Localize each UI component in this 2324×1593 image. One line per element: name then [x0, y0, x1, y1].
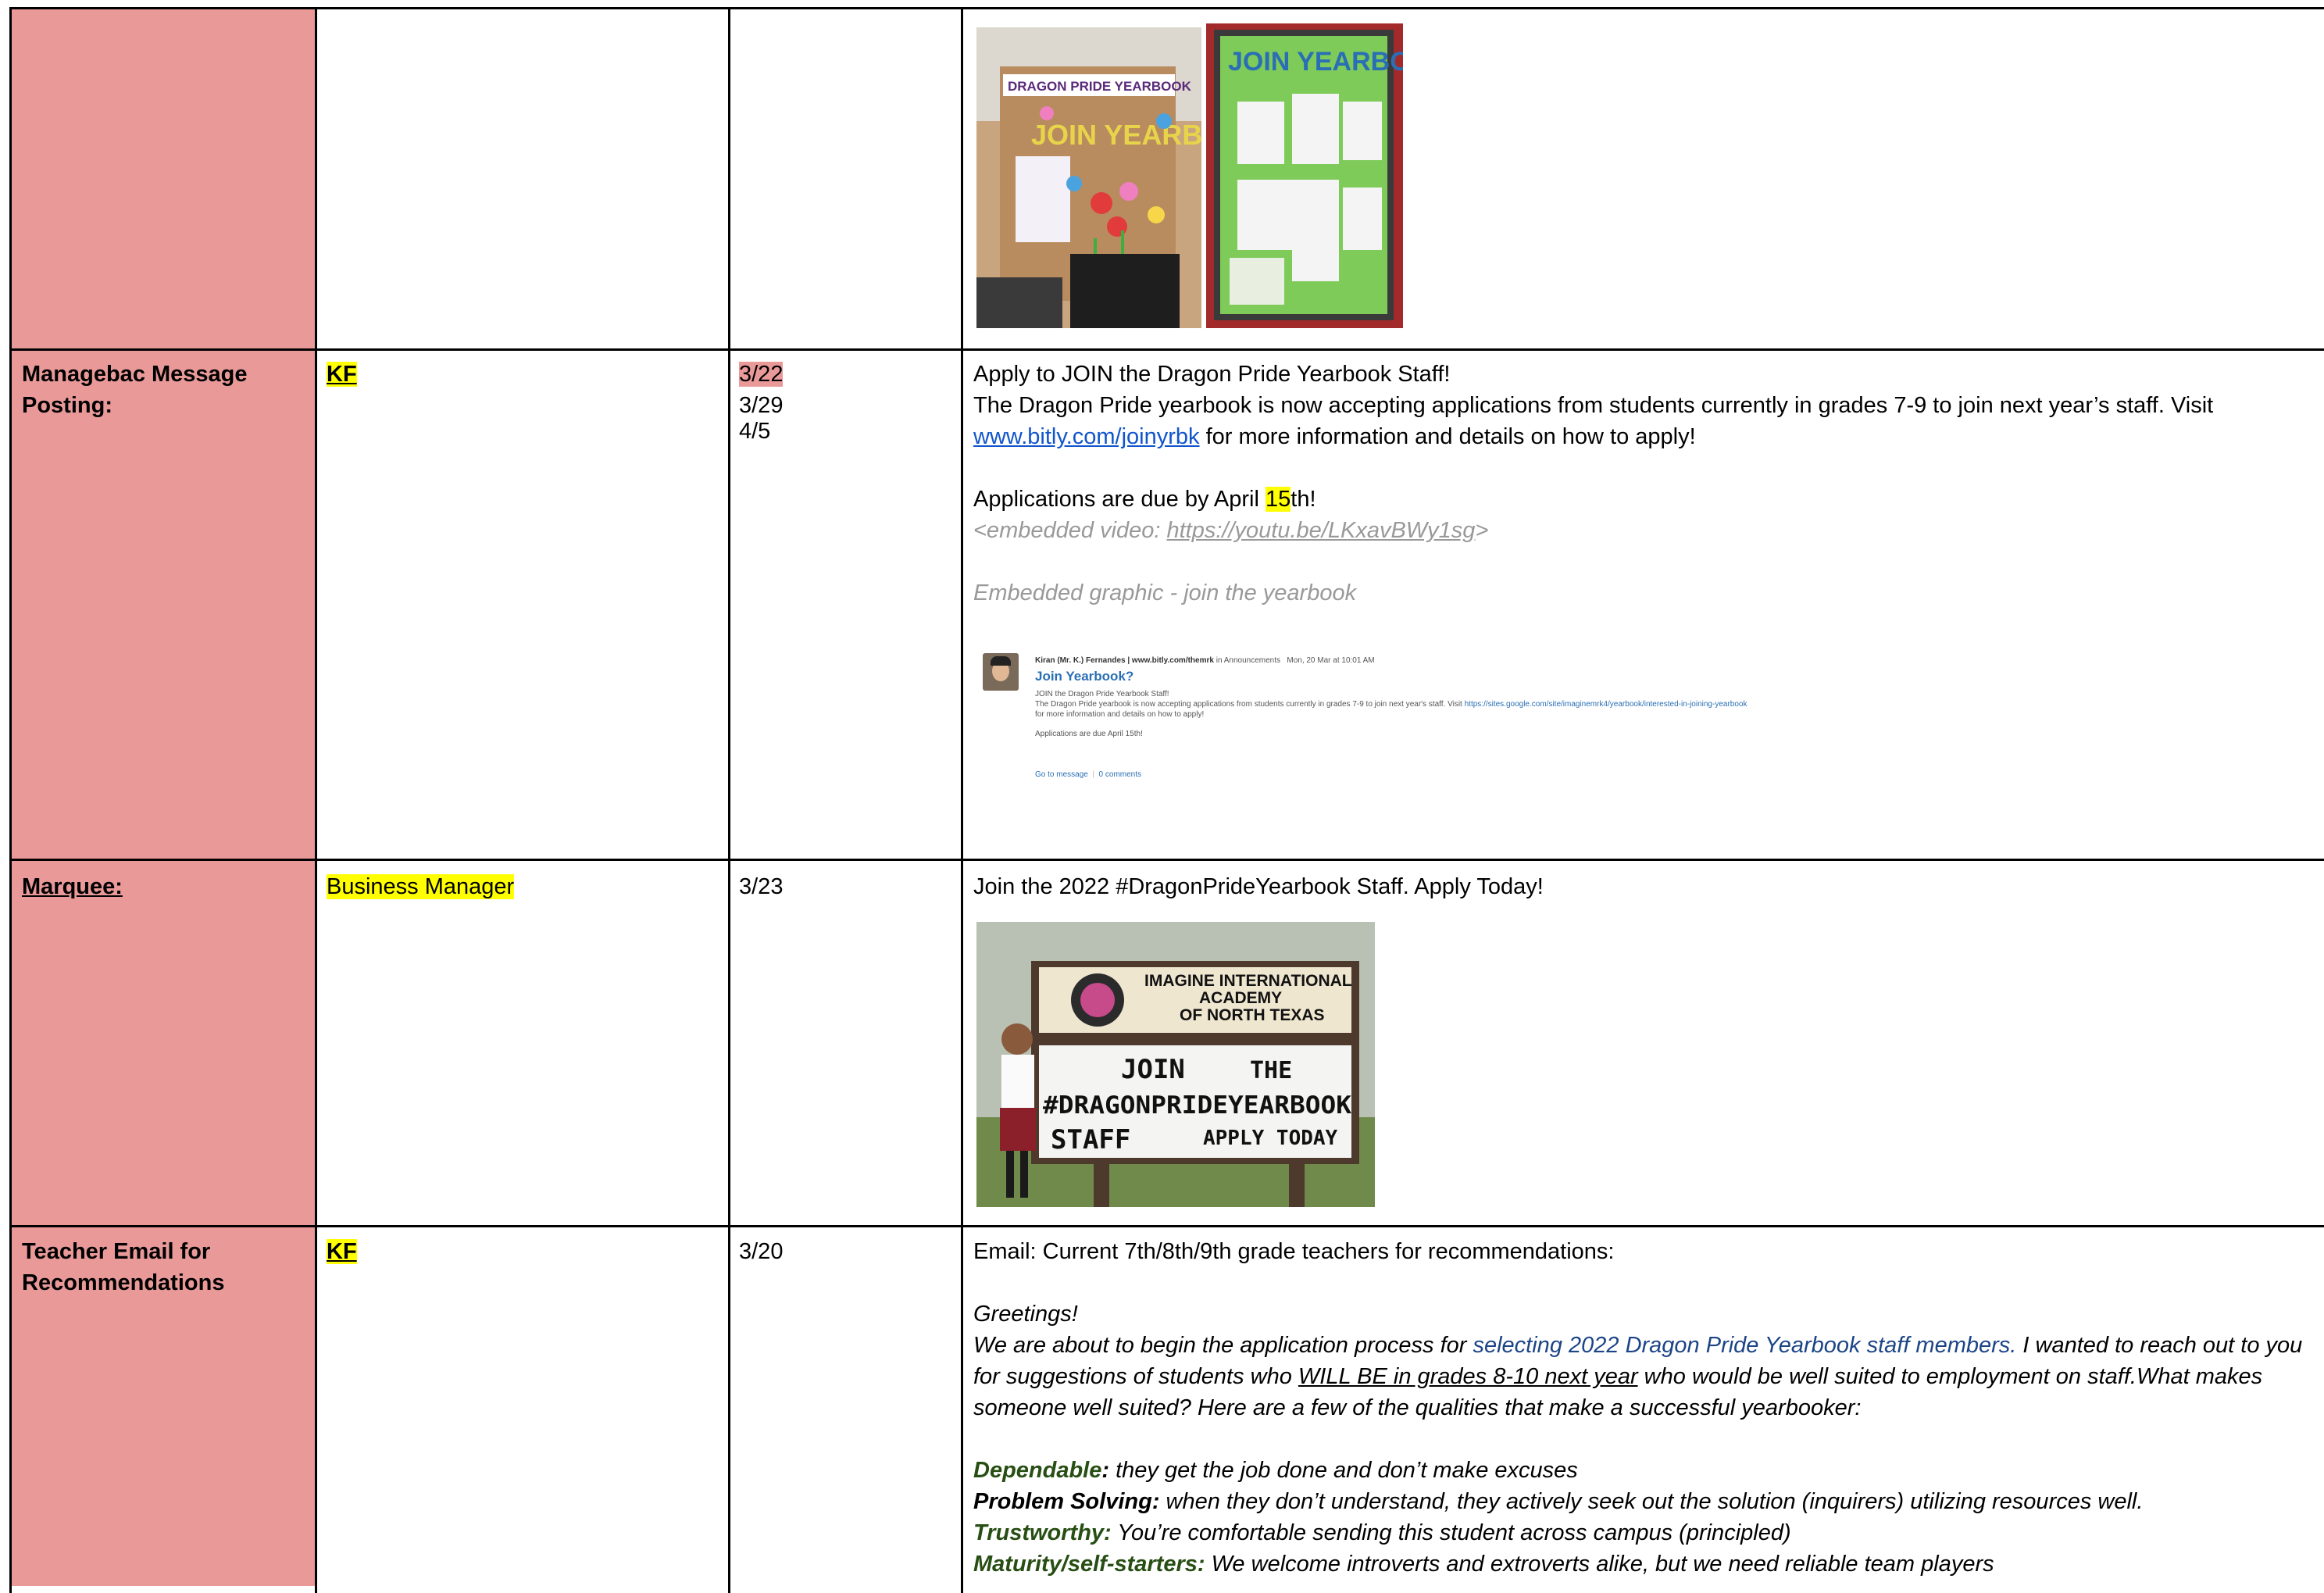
message-body: The Dragon Pride yearbook is now accepti…: [973, 393, 2214, 418]
row-title-teacher-email: Teacher Email for: [22, 1239, 211, 1264]
post-date: 3/23: [739, 874, 784, 899]
post-date: 3/22: [739, 362, 784, 387]
comments-link[interactable]: 0 comments: [1099, 770, 1141, 779]
email-text-highlight: selecting 2022 Dragon Pride Yearbook sta…: [1473, 1333, 2017, 1358]
sign-word-the: THE: [1250, 1057, 1292, 1084]
message-heading: Apply to JOIN the Dragon Pride Yearbook …: [973, 362, 1451, 387]
announcement-screenshot: Kiran (Mr. K.) Fernandes | www.bitly.com…: [980, 648, 1996, 789]
announcement-line: Applications are due April 15th!: [1035, 730, 1143, 738]
row-title-teacher-email-2: Recommendations: [22, 1270, 225, 1295]
email-heading: Email: Current 7th/8th/9th grade teacher…: [973, 1239, 1615, 1264]
person-role: Business Manager: [327, 874, 515, 899]
quality-text: You’re comfortable sending this student …: [1111, 1520, 1791, 1545]
sign-school-name: IMAGINE INTERNATIONAL: [1144, 972, 1352, 990]
avatar: [983, 653, 1019, 691]
quality-keyword: Problem Solving:: [973, 1489, 1160, 1514]
table-border: [9, 348, 2324, 351]
due-day: 15: [1266, 487, 1291, 512]
photo-letters-text: JOIN YEARBOOK: [1031, 119, 1201, 151]
quality-text: they get the job done and don’t make exc…: [1109, 1458, 1578, 1483]
row-header-cell: [12, 9, 315, 348]
email-text: I wanted to reach out to you: [2016, 1333, 2303, 1358]
quality-colon: :: [1101, 1458, 1110, 1483]
bulletin-board-photo: DRAGON PRIDE YEARBOOK JOIN YEARBOOK: [976, 27, 1201, 328]
email-text: for suggestions of students who: [973, 1364, 1298, 1389]
table-border: [315, 7, 317, 1593]
board-title-text: JOIN YEARBOOK: [1228, 47, 1403, 77]
row-title-managebac: Managebac Message: [22, 362, 248, 387]
announcement-line: for more information and details on how …: [1035, 710, 1205, 719]
announcement-line: JOIN the Dragon Pride Yearbook Staff!: [1035, 690, 1169, 698]
video-prefix: <embedded video:: [973, 518, 1167, 543]
sign-school-academy: ACADEMY: [1199, 989, 1282, 1007]
announcement-line: The Dragon Pride yearbook is now accepti…: [1035, 700, 1462, 709]
document-page: DRAGON PRIDE YEARBOOK JOIN YEARBOOK JOIN…: [0, 0, 2324, 1593]
message-body-cont: for more information and details on how …: [1199, 424, 1696, 449]
go-to-message-link[interactable]: Go to message: [1035, 770, 1088, 779]
post-date: 4/5: [739, 419, 771, 444]
announcement-title[interactable]: Join Yearbook?: [1035, 669, 1133, 684]
green-board-photo: JOIN YEARBOOK: [1206, 23, 1403, 328]
announcement-context: in Announcements: [1213, 656, 1281, 665]
sign-word-staff: STAFF: [1051, 1124, 1130, 1155]
photo-banner-text: DRAGON PRIDE YEARBOOK: [1008, 79, 1192, 94]
person-initials: KF: [327, 362, 357, 387]
row-header-cell: [12, 351, 315, 859]
email-text: who would be well suited to employment o…: [1637, 1364, 2263, 1389]
post-date: 3/20: [739, 1239, 784, 1264]
row-title-marquee: Marquee:: [22, 874, 123, 899]
sign-apply-today: APPLY TODAY: [1203, 1127, 1338, 1150]
quality-keyword: Maturity/self-starters:: [973, 1552, 1205, 1577]
email-text: someone well suited? Here are a few of t…: [973, 1395, 1862, 1420]
quality-text: when they don’t understand, they activel…: [1159, 1489, 2144, 1514]
table-border: [9, 859, 2324, 861]
marquee-text: Join the 2022 #DragonPrideYearbook Staff…: [973, 874, 1544, 899]
sign-hashtag: #DRAGONPRIDEYEARBOOK: [1043, 1091, 1351, 1120]
due-suffix: th!: [1291, 487, 1316, 512]
row-header-cell: [12, 861, 315, 1225]
sign-school-location: OF NORTH TEXAS: [1180, 1006, 1325, 1024]
graphic-caption: Embedded graphic - join the yearbook: [973, 580, 1357, 605]
quality-keyword: Trustworthy:: [973, 1520, 1112, 1545]
person-initials: KF: [327, 1239, 357, 1264]
announcement-link[interactable]: https://sites.google.com/site/imaginemrk…: [1465, 700, 1747, 709]
marquee-sign-photo: IMAGINE INTERNATIONAL ACADEMY OF NORTH T…: [976, 922, 1375, 1207]
row-title-managebac-2: Posting:: [22, 393, 112, 418]
table-border: [9, 1225, 2324, 1227]
table-border: [9, 7, 12, 1593]
email-text-underlined: WILL BE in grades 8-10 next year: [1298, 1364, 1638, 1389]
table-border: [728, 7, 730, 1593]
video-suffix: >: [1475, 518, 1489, 543]
due-text: Applications are due by April: [973, 487, 1266, 512]
join-yearbook-link[interactable]: www.bitly.com/joinyrbk: [973, 424, 1200, 449]
sign-word-join: JOIN: [1121, 1054, 1185, 1085]
quality-keyword: Dependable: [973, 1458, 1102, 1483]
announcement-time: Mon, 20 Mar at 10:01 AM: [1287, 656, 1375, 665]
email-greeting: Greetings!: [973, 1302, 1078, 1327]
table-border: [961, 7, 963, 1593]
email-text: We are about to begin the application pr…: [973, 1333, 1473, 1358]
video-link[interactable]: https://youtu.be/LKxavBWy1sg: [1167, 518, 1476, 543]
quality-text: We welcome introverts and extroverts ali…: [1205, 1552, 1994, 1577]
table-border: [9, 7, 2324, 9]
author-name: Kiran (Mr. K.) Fernandes | www.bitly.com…: [1035, 656, 1214, 665]
